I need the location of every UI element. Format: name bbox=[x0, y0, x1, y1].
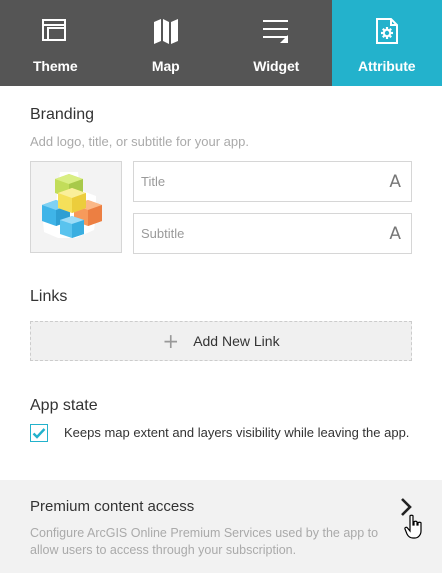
attribute-icon bbox=[372, 16, 402, 46]
tab-bar: Theme Map Widget Attribute bbox=[0, 0, 442, 86]
tab-widget-label: Widget bbox=[253, 58, 300, 74]
app-logo-cubes-icon bbox=[42, 172, 102, 238]
hand-cursor-icon bbox=[404, 514, 422, 539]
premium-content-title: Premium content access bbox=[30, 498, 195, 515]
subtitle-field[interactable]: A bbox=[133, 213, 412, 254]
premium-content-section[interactable]: Premium content access Configure ArcGIS … bbox=[0, 480, 442, 573]
title-field[interactable]: A bbox=[133, 161, 412, 202]
premium-content-description: Configure ArcGIS Online Premium Services… bbox=[30, 526, 379, 557]
theme-icon bbox=[40, 16, 70, 46]
logo-upload[interactable] bbox=[30, 161, 122, 253]
branding-title: Branding bbox=[30, 106, 95, 123]
tab-map-label: Map bbox=[151, 58, 180, 74]
tab-widget[interactable]: Widget bbox=[221, 0, 332, 86]
app-state-title: App state bbox=[30, 397, 98, 414]
add-new-link-label: Add New Link bbox=[193, 333, 280, 349]
title-input[interactable] bbox=[141, 174, 361, 189]
subtitle-input[interactable] bbox=[141, 226, 361, 241]
title-font-icon[interactable]: A bbox=[389, 172, 401, 192]
widget-icon bbox=[261, 16, 291, 46]
links-title: Links bbox=[30, 288, 68, 305]
app-state-checkbox-label: Keeps map extent and layers visibility w… bbox=[64, 425, 410, 440]
plus-icon: + bbox=[162, 329, 180, 353]
add-new-link-button[interactable]: + Add New Link bbox=[30, 321, 412, 361]
checkmark-icon bbox=[32, 428, 46, 439]
tab-theme[interactable]: Theme bbox=[0, 0, 111, 86]
tab-attribute-label: Attribute bbox=[358, 58, 416, 74]
app-state-checkbox[interactable] bbox=[30, 424, 48, 442]
subtitle-font-icon[interactable]: A bbox=[389, 224, 401, 244]
tab-attribute[interactable]: Attribute bbox=[331, 0, 442, 86]
map-icon bbox=[151, 16, 181, 46]
branding-hint: Add logo, title, or subtitle for your ap… bbox=[30, 134, 249, 149]
tab-theme-label: Theme bbox=[32, 58, 78, 74]
tab-map[interactable]: Map bbox=[111, 0, 222, 86]
